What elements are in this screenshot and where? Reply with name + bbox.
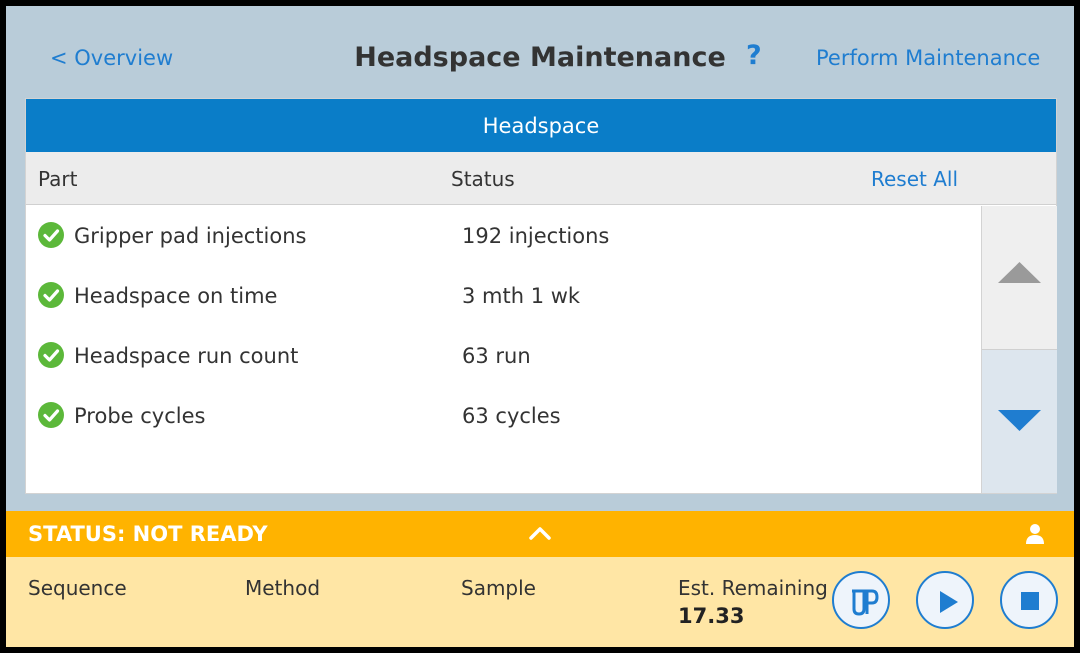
chevron-up-icon[interactable] — [526, 521, 554, 549]
part-name: Headspace run count — [74, 344, 299, 368]
scroll-down-button[interactable] — [982, 350, 1057, 493]
table-row[interactable]: Gripper pad injections 192 injections — [26, 206, 981, 266]
sample-label: Sample — [461, 576, 536, 600]
help-button[interactable]: ? — [746, 40, 762, 71]
sequence-label: Sequence — [28, 576, 127, 600]
table-row[interactable]: Headspace run count 63 run — [26, 326, 981, 386]
table-row[interactable]: Headspace on time 3 mth 1 wk — [26, 266, 981, 326]
list-scrollbar — [981, 206, 1057, 493]
maintenance-panel: Headspace Part Status Reset All Gripper … — [25, 98, 1057, 494]
panel-title: Headspace — [26, 99, 1056, 152]
part-status: 63 run — [462, 344, 531, 368]
overview-back-link[interactable]: < Overview — [50, 46, 173, 70]
run-info-bar: Sequence Method Sample Est. Remaining 17… — [6, 557, 1074, 647]
part-name: Headspace on time — [74, 284, 278, 308]
check-circle-icon — [38, 222, 64, 248]
table-header: Part Status Reset All — [26, 152, 1056, 205]
part-status: 63 cycles — [462, 404, 561, 428]
part-name: Probe cycles — [74, 404, 206, 428]
method-label: Method — [245, 576, 321, 600]
est-remaining-value: 17.33 — [678, 604, 745, 628]
screen-frame: < Overview Headspace Maintenance ? Perfo… — [0, 0, 1080, 653]
stop-button[interactable] — [1000, 571, 1058, 629]
status-bar: STATUS: NOT READY — [6, 511, 1074, 557]
est-remaining-label: Est. Remaining — [678, 576, 828, 600]
column-header-status: Status — [451, 167, 515, 191]
check-circle-icon — [38, 402, 64, 428]
header: < Overview Headspace Maintenance ? Perfo… — [6, 6, 1074, 98]
column-header-part: Part — [38, 167, 78, 191]
parts-list: Gripper pad injections 192 injections He… — [26, 206, 981, 493]
triangle-up-icon — [998, 262, 1041, 283]
stop-icon — [1021, 592, 1039, 610]
user-icon[interactable] — [1024, 522, 1046, 550]
scroll-up-button[interactable] — [982, 206, 1057, 350]
vial-probe-icon — [852, 589, 879, 616]
check-circle-icon — [38, 282, 64, 308]
play-icon — [940, 591, 958, 613]
part-status: 192 injections — [462, 224, 610, 248]
reset-all-button[interactable]: Reset All — [871, 167, 958, 191]
triangle-down-icon — [998, 410, 1041, 431]
part-status: 3 mth 1 wk — [462, 284, 581, 308]
check-circle-icon — [38, 342, 64, 368]
part-name: Gripper pad injections — [74, 224, 307, 248]
status-text: STATUS: NOT READY — [28, 522, 268, 546]
play-button[interactable] — [916, 571, 974, 629]
vial-probe-button[interactable] — [832, 571, 890, 629]
table-row[interactable]: Probe cycles 63 cycles — [26, 386, 981, 446]
app-window: < Overview Headspace Maintenance ? Perfo… — [6, 6, 1074, 647]
perform-maintenance-link[interactable]: Perform Maintenance — [816, 46, 1040, 70]
